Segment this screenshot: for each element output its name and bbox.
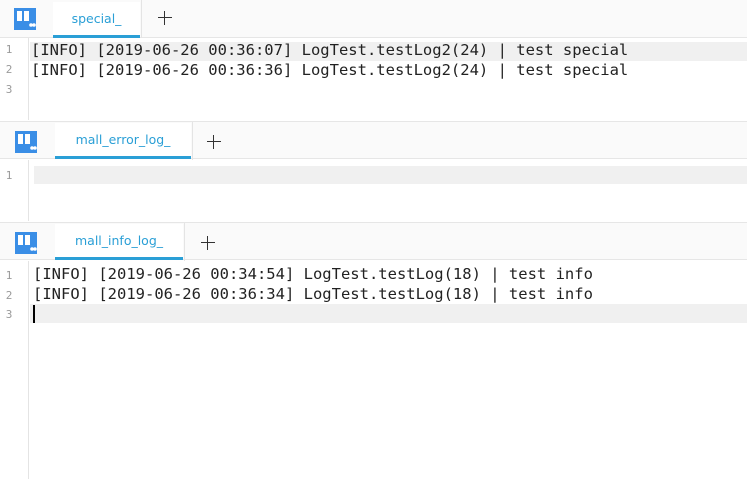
active-line-highlight xyxy=(34,166,747,184)
text-cursor xyxy=(33,305,35,323)
editor[interactable]: 1 xyxy=(0,160,747,221)
quote-logo-icon xyxy=(15,131,37,153)
tab-mall-error-log[interactable]: mall_error_log_ xyxy=(55,123,191,159)
line-number: 1 xyxy=(5,169,13,182)
plus-icon[interactable] xyxy=(207,135,221,149)
tab-bar: mall_error_log_ xyxy=(0,121,747,160)
tab-divider xyxy=(184,223,185,261)
log-line: [INFO] [2019-06-26 00:36:07] LogTest.tes… xyxy=(31,41,629,59)
log-line: [INFO] [2019-06-26 00:34:54] LogTest.tes… xyxy=(33,265,593,283)
quote-logo-icon xyxy=(15,232,37,254)
tab-divider xyxy=(141,0,142,38)
log-pane-mall-info: mall_info_log_ 1 2 3 [INFO] [2019-06-26 … xyxy=(0,222,747,479)
log-pane-mall-error: mall_error_log_ 1 xyxy=(0,121,747,221)
tab-special[interactable]: special_ xyxy=(53,2,140,38)
line-gutter: 1 2 3 xyxy=(0,261,29,479)
log-pane-special: special_ 1 2 3 [INFO] [2019-06-26 00:36:… xyxy=(0,0,747,120)
log-line: [INFO] [2019-06-26 00:36:36] LogTest.tes… xyxy=(31,61,629,79)
tab-bar: mall_info_log_ xyxy=(0,222,747,261)
tab-mall-info-log[interactable]: mall_info_log_ xyxy=(55,224,183,260)
log-line: [INFO] [2019-06-26 00:36:34] LogTest.tes… xyxy=(33,285,593,303)
plus-icon[interactable] xyxy=(158,11,172,25)
active-line-highlight xyxy=(30,304,747,323)
line-number: 3 xyxy=(5,308,13,321)
line-number: 2 xyxy=(5,63,13,76)
editor[interactable]: 1 2 3 [INFO] [2019-06-26 00:36:07] LogTe… xyxy=(0,38,747,120)
quote-logo-icon xyxy=(14,8,36,30)
line-number: 1 xyxy=(5,43,13,56)
plus-icon[interactable] xyxy=(201,236,215,250)
line-number: 2 xyxy=(5,289,13,302)
line-number: 3 xyxy=(5,83,13,96)
line-gutter: 1 xyxy=(0,160,29,221)
line-number: 1 xyxy=(5,269,13,282)
editor[interactable]: 1 2 3 [INFO] [2019-06-26 00:34:54] LogTe… xyxy=(0,261,747,479)
tab-divider xyxy=(192,122,193,160)
line-gutter: 1 2 3 xyxy=(0,38,29,120)
tab-bar: special_ xyxy=(0,0,747,38)
